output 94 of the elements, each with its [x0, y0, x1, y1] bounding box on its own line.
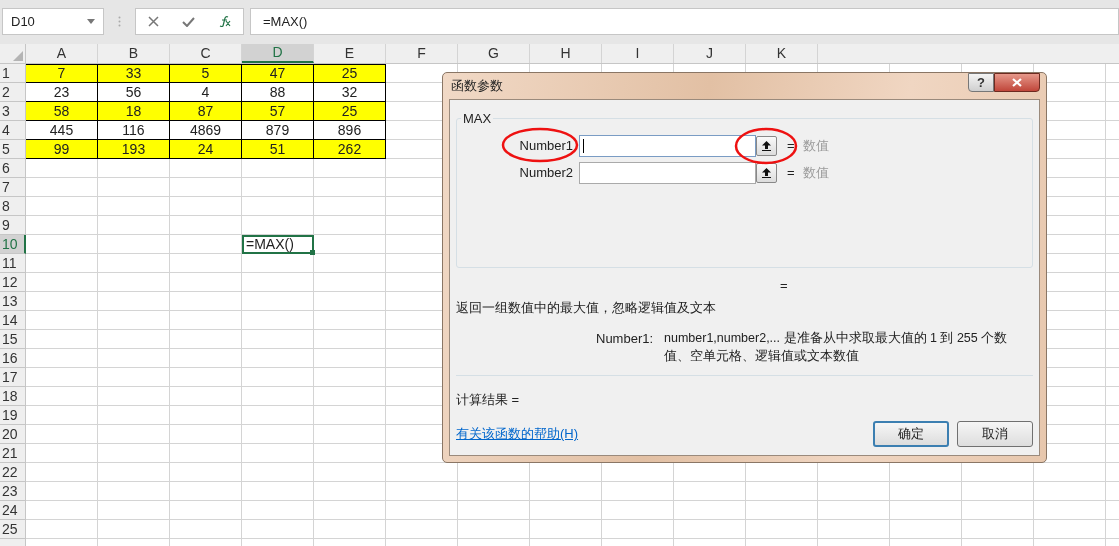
table-cell: 24 — [170, 140, 242, 159]
argument-label: Number1 — [519, 137, 573, 156]
argument-help-text: number1,number2,... 是准备从中求取最大值的 1 到 255 个数值、空单元格、逻辑值或文本数值 — [664, 330, 1009, 365]
row-header[interactable]: 15 — [0, 330, 26, 349]
annotation-circle — [733, 126, 799, 166]
table-cell: 23 — [26, 83, 98, 102]
table-cell: 262 — [314, 140, 386, 159]
table-cell: 47 — [242, 64, 314, 83]
formula-input[interactable]: =MAX() — [250, 8, 1119, 35]
row-header[interactable]: 8 — [0, 197, 26, 216]
help-link[interactable]: 有关该函数的帮助(H) — [456, 424, 579, 444]
column-header[interactable]: E — [314, 44, 386, 63]
table-cell: 5 — [170, 64, 242, 83]
corner-triangle-icon — [13, 51, 23, 61]
table-cell: 4869 — [170, 121, 242, 140]
row-header[interactable]: 24 — [0, 501, 26, 520]
cell-reference: D10 — [11, 12, 35, 31]
table-cell: 879 — [242, 121, 314, 140]
collapse-dialog-button[interactable] — [756, 163, 777, 183]
row-header[interactable]: 11 — [0, 254, 26, 273]
table-cell: 51 — [242, 140, 314, 159]
table-cell: 58 — [26, 102, 98, 121]
row-header[interactable]: 13 — [0, 292, 26, 311]
row-header[interactable]: 7 — [0, 178, 26, 197]
result-label: 计算结果 = — [456, 390, 521, 409]
argument-hint: 数值 — [802, 164, 829, 183]
table-cell: 4 — [170, 83, 242, 102]
dialog-button[interactable]: 确定 — [873, 421, 949, 447]
active-cell[interactable]: =MAX() — [242, 235, 314, 254]
upload-arrow-icon — [762, 141, 771, 151]
column-header[interactable]: G — [458, 44, 530, 63]
argument-input[interactable] — [579, 135, 756, 157]
column-header[interactable]: J — [674, 44, 746, 63]
dropdown-caret-icon — [87, 19, 95, 24]
row-header[interactable]: 10 — [0, 235, 26, 254]
table-cell: 445 — [26, 121, 98, 140]
function-icon[interactable] — [218, 16, 232, 27]
equals-sign: = — [787, 164, 795, 183]
row-header[interactable]: 20 — [0, 425, 26, 444]
table-cell: 88 — [242, 83, 314, 102]
row-header[interactable]: 22 — [0, 463, 26, 482]
row-header[interactable]: 12 — [0, 273, 26, 292]
column-header[interactable]: A — [26, 44, 98, 63]
column-header[interactable]: B — [98, 44, 170, 63]
row-header[interactable]: 16 — [0, 349, 26, 368]
close-icon — [1012, 78, 1022, 87]
row-header[interactable]: 17 — [0, 368, 26, 387]
equals-sign: = — [780, 277, 788, 295]
equals-sign: = — [787, 137, 795, 156]
argument-hint: 数值 — [802, 137, 829, 156]
table-cell: 57 — [242, 102, 314, 121]
close-icon[interactable] — [147, 16, 159, 27]
function-description: 返回一组数值中的最大值，忽略逻辑值及文本 — [456, 298, 717, 317]
dialog-button[interactable]: 取消 — [957, 421, 1033, 447]
row-header[interactable]: 4 — [0, 121, 26, 140]
table-cell: 116 — [98, 121, 170, 140]
table-cell: 18 — [98, 102, 170, 121]
table-cell: 56 — [98, 83, 170, 102]
table-cell: 87 — [170, 102, 242, 121]
table-cell: 25 — [314, 102, 386, 121]
collapse-dialog-button[interactable] — [756, 136, 777, 156]
table-cell: 33 — [98, 64, 170, 83]
table-cell: 25 — [314, 64, 386, 83]
row-header[interactable]: 1 — [0, 64, 26, 83]
table-cell: 32 — [314, 83, 386, 102]
row-header[interactable]: 9 — [0, 216, 26, 235]
argument-input[interactable] — [579, 162, 756, 184]
row-header[interactable]: 21 — [0, 444, 26, 463]
row-header[interactable]: 18 — [0, 387, 26, 406]
name-box[interactable]: D10 — [2, 8, 104, 35]
table-cell: 193 — [98, 140, 170, 159]
column-header[interactable]: K — [746, 44, 818, 63]
row-header[interactable]: 2 — [0, 83, 26, 102]
row-header[interactable]: 25 — [0, 520, 26, 539]
checkmark-icon[interactable] — [182, 16, 195, 27]
upload-arrow-icon — [762, 168, 771, 178]
argument-label: Number2 — [519, 164, 573, 183]
dialog-title: 函数参数 — [450, 77, 503, 96]
argument-help-label: Number1: — [596, 330, 655, 348]
column-header[interactable]: D — [242, 44, 314, 63]
column-header[interactable]: H — [530, 44, 602, 63]
close-button[interactable] — [994, 73, 1040, 92]
row-header[interactable]: 19 — [0, 406, 26, 425]
row-header[interactable]: 23 — [0, 482, 26, 501]
row-header[interactable]: 14 — [0, 311, 26, 330]
table-cell: 896 — [314, 121, 386, 140]
column-header[interactable]: I — [602, 44, 674, 63]
table-cell: 99 — [26, 140, 98, 159]
table-cell: 7 — [26, 64, 98, 83]
row-header[interactable]: 6 — [0, 159, 26, 178]
column-header[interactable]: F — [386, 44, 458, 63]
row-header[interactable]: 3 — [0, 102, 26, 121]
help-button[interactable]: ? — [968, 73, 994, 92]
row-header[interactable]: 5 — [0, 140, 26, 159]
